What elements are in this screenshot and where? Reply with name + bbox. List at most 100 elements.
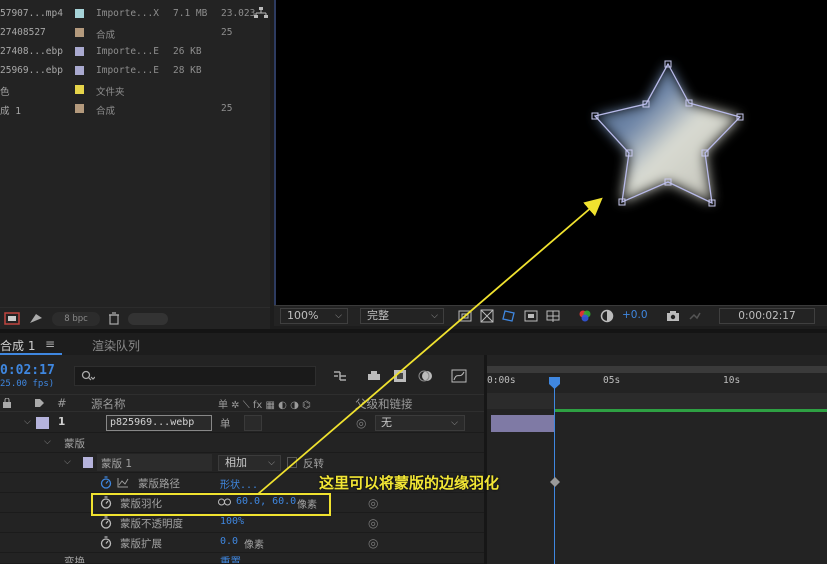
project-item[interactable]: 27408527 合成 25 <box>0 24 270 43</box>
draft-3d-icon[interactable] <box>366 368 382 384</box>
project-item[interactable]: 色 文件夹 <box>0 81 270 100</box>
timeline-scrub-area[interactable] <box>487 393 827 409</box>
expand-toggle[interactable]: ⌵ <box>44 437 51 447</box>
mask-opacity-row[interactable]: 蒙版不透明度 100% ◎ <box>0 513 484 533</box>
item-duration: 23.023 <box>221 8 256 19</box>
flowchart-icon[interactable] <box>254 7 268 19</box>
zoom-dropdown[interactable]: 100% ⌵ <box>280 308 348 324</box>
stopwatch-icon[interactable] <box>100 476 112 489</box>
layer-number: 1 <box>58 416 66 428</box>
transform-reset[interactable]: 重置 <box>220 554 241 563</box>
item-name: 27408...ebp <box>0 46 63 57</box>
bit-depth-button[interactable]: 8 bpc <box>52 312 100 326</box>
frame-blending-icon[interactable] <box>392 368 408 384</box>
layer-search-input[interactable] <box>74 366 316 386</box>
safe-margins-icon[interactable] <box>524 309 538 323</box>
chevron-down-icon: ⌵ <box>335 311 342 321</box>
project-scroll-handle[interactable] <box>128 313 168 325</box>
item-name: 25969...ebp <box>0 65 63 76</box>
mask-mode-dropdown[interactable]: 相加 ⌵ <box>218 455 281 471</box>
layer-name-field[interactable]: p825969...webp <box>106 415 212 431</box>
property-label: 蒙版路径 <box>138 478 180 490</box>
stopwatch-icon[interactable] <box>100 536 112 549</box>
mask-opacity-value[interactable]: 100% <box>220 516 244 527</box>
switches-headers: 单 ✲ ⟍ fx ▦ ◐ ◑ ⌬ <box>218 400 311 411</box>
exposure-reset-icon[interactable] <box>600 309 614 323</box>
current-timecode[interactable]: 0:02:17 <box>0 363 55 378</box>
item-type: 合成 <box>96 106 116 117</box>
label-swatch <box>75 85 84 94</box>
comp-flowchart-icon[interactable] <box>332 368 348 384</box>
expression-icon[interactable]: ◎ <box>368 496 378 510</box>
exposure-value[interactable]: +0.0 <box>622 309 648 321</box>
mask-color-swatch[interactable] <box>83 457 93 468</box>
tab-render-queue[interactable]: 渲染队列 <box>92 337 140 354</box>
expand-toggle[interactable]: ⌵ <box>24 417 31 427</box>
project-footer: 8 bpc <box>0 307 270 329</box>
shy-switch[interactable]: 单 <box>220 416 231 431</box>
source-name-header[interactable]: 源名称 <box>91 396 126 412</box>
mask-row[interactable]: ⌵ 蒙版 1 相加 ⌵ 反转 <box>0 453 484 473</box>
transparency-grid-icon[interactable] <box>480 309 494 323</box>
project-item[interactable]: 成 1 合成 25 <box>0 100 270 119</box>
project-item[interactable]: 57907...mp4 Importe...X 7.1 MB 23.023 <box>0 5 270 24</box>
mask-group-row[interactable]: ⌵ 蒙版 <box>0 433 484 453</box>
stopwatch-icon[interactable] <box>100 516 112 529</box>
interpret-footage-icon[interactable] <box>4 312 20 325</box>
ruler-tick-label: 0:00s <box>487 375 516 386</box>
region-of-interest-icon[interactable] <box>458 309 472 323</box>
motion-blur-icon[interactable] <box>418 368 434 384</box>
composition-viewer[interactable] <box>274 0 827 305</box>
lock-icon[interactable] <box>2 398 12 408</box>
item-name: 色 <box>0 87 10 98</box>
item-name: 27408527 <box>0 27 46 38</box>
trash-icon[interactable] <box>106 312 122 325</box>
layer-row[interactable]: ⌵ 1 p825969...webp 单 ◎ 无 ⌵ <box>0 413 484 433</box>
item-size: 26 KB <box>173 46 202 57</box>
resolution-value: 完整 <box>367 309 389 322</box>
pick-whip-icon[interactable]: ◎ <box>356 416 366 430</box>
property-label: 蒙版扩展 <box>120 538 162 550</box>
grid-options-icon[interactable] <box>546 309 560 323</box>
project-item[interactable]: 25969...ebp Importe...E 28 KB <box>0 62 270 81</box>
keyframe-marker[interactable] <box>550 477 560 487</box>
layer-duration-bar[interactable] <box>491 415 555 432</box>
parent-link-header[interactable]: 父级和链接 <box>355 396 413 412</box>
tab-composition[interactable]: 合成 1 <box>0 337 35 354</box>
camera-snapshot-icon[interactable] <box>666 309 680 323</box>
project-item[interactable]: 27408...ebp Importe...E 26 KB <box>0 43 270 62</box>
property-label: 蒙版不透明度 <box>120 518 183 530</box>
expression-icon[interactable]: ◎ <box>368 536 378 550</box>
playhead-line <box>554 380 555 564</box>
panel-menu-icon[interactable]: ≡ <box>45 337 55 351</box>
mask-name[interactable]: 蒙版 1 <box>101 456 132 471</box>
expression-icon[interactable]: ◎ <box>368 516 378 530</box>
viewer-current-time[interactable]: 0:00:02:17 <box>719 308 815 324</box>
expand-toggle[interactable]: ⌵ <box>64 457 71 467</box>
mask-path-value[interactable]: 形状... <box>220 476 258 491</box>
time-ruler[interactable]: 0:00s 05s 10s <box>487 373 827 393</box>
show-snapshot-icon[interactable] <box>688 309 702 323</box>
mask-visibility-icon[interactable] <box>502 309 516 323</box>
graph-editor-icon[interactable] <box>451 368 467 384</box>
layer-column-headers: # 源名称 单 ✲ ⟍ fx ▦ ◐ ◑ ⌬ 父级和链接 <box>0 394 484 412</box>
quality-switch[interactable] <box>244 415 262 431</box>
mask-expansion-row[interactable]: 蒙版扩展 0.0 像素 ◎ <box>0 533 484 553</box>
new-comp-icon[interactable] <box>28 312 44 325</box>
label-tag-icon[interactable] <box>34 398 44 408</box>
color-channels-icon[interactable] <box>578 309 592 323</box>
mask-expansion-value[interactable]: 0.0 <box>220 536 238 547</box>
item-duration: 25 <box>221 103 233 114</box>
layer-label-color[interactable] <box>36 417 49 429</box>
transform-row[interactable]: 变换 重置 <box>0 553 484 564</box>
timeline-tabs: 合成 1 ≡ 渲染队列 <box>0 333 827 355</box>
work-area-bar[interactable] <box>487 366 827 373</box>
highlight-box <box>91 493 331 516</box>
resolution-dropdown[interactable]: 完整 ⌵ <box>360 308 444 324</box>
mask-mode-value: 相加 <box>225 456 247 469</box>
item-type: Importe...E <box>96 46 159 57</box>
parent-dropdown[interactable]: 无 ⌵ <box>375 415 465 431</box>
inverted-checkbox[interactable] <box>287 457 297 468</box>
label-swatch <box>75 104 84 113</box>
graph-icon[interactable] <box>117 477 129 488</box>
